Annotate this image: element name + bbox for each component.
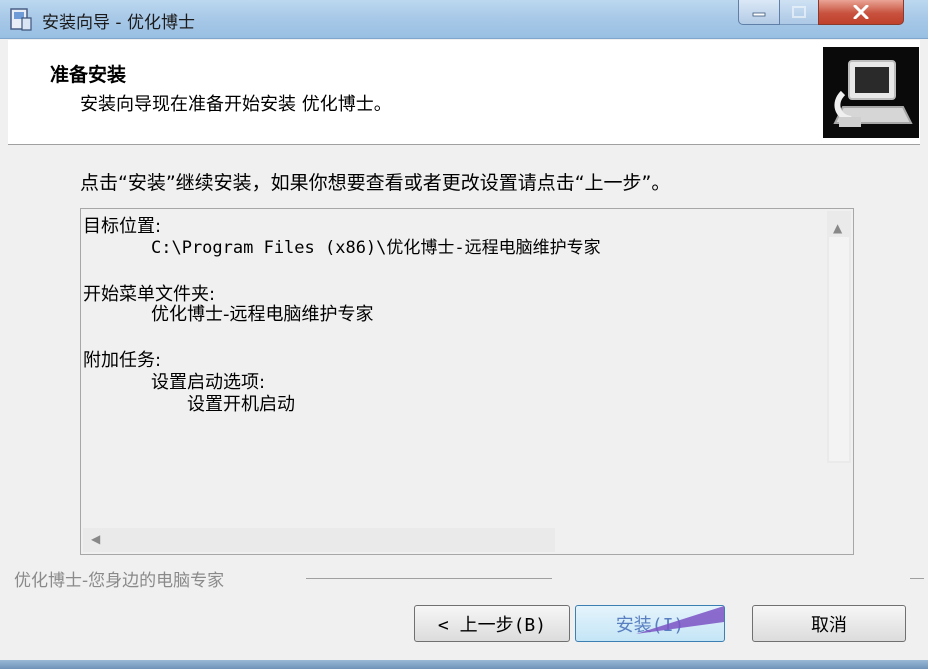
instruction-text: 点击“安装”继续安装，如果你想要查看或者更改设置请点击“上一步”。 <box>80 172 671 194</box>
brand-text: 优化博士-您身边的电脑专家 <box>14 571 225 591</box>
brand-divider-left <box>306 578 552 579</box>
install-button-label: 安装(I) <box>615 614 685 636</box>
page-title: 准备安装 <box>50 64 127 86</box>
installer-app-icon <box>10 8 32 31</box>
maximize-button <box>779 0 819 25</box>
ready-memo[interactable]: 目标位置: C:\Program Files (x86)\优化博士-远程电脑维护… <box>80 208 854 555</box>
window-bottom-border <box>0 660 928 669</box>
cancel-button[interactable]: 取消 <box>752 605 906 642</box>
minimize-icon <box>752 12 766 17</box>
page-subtitle: 安装向导现在准备开始安装 优化博士。 <box>80 94 392 115</box>
scroll-up-icon[interactable]: ▲ <box>833 221 842 235</box>
memo-line-dest-label: 目标位置: <box>83 216 162 237</box>
maximize-icon <box>792 6 806 18</box>
horizontal-scrollbar[interactable]: ◀ <box>83 528 555 552</box>
wizard-computer-icon <box>823 47 919 138</box>
memo-line-tasks-label: 附加任务: <box>83 350 162 371</box>
vertical-scrollbar[interactable]: ▲ <box>827 211 851 463</box>
wizard-header: 准备安装 安装向导现在准备开始安装 优化博士。 <box>8 40 920 145</box>
install-button[interactable]: 安装(I) <box>575 605 725 642</box>
installer-window: 安装向导 - 优化博士 准备安装 安装向导现在准备开始安装 优化博士。 点击“安… <box>0 0 928 669</box>
memo-line-startmenu-value: 优化博士-远程电脑维护专家 <box>151 304 374 325</box>
memo-line-task-item: 设置开机启动 <box>187 394 295 415</box>
title-bar[interactable]: 安装向导 - 优化博士 <box>0 0 928 39</box>
scroll-left-icon[interactable]: ◀ <box>91 532 100 546</box>
memo-line-startmenu-label: 开始菜单文件夹: <box>83 284 216 305</box>
memo-line-dest-path: C:\Program Files (x86)\优化博士-远程电脑维护专家 <box>151 238 601 258</box>
close-icon <box>853 5 869 19</box>
minimize-button[interactable] <box>738 0 780 25</box>
window-title: 安装向导 - 优化博士 <box>42 13 195 33</box>
vertical-scroll-thumb[interactable] <box>829 237 849 461</box>
brand-divider-right <box>910 578 924 579</box>
close-button[interactable] <box>818 0 904 25</box>
back-button[interactable]: < 上一步(B) <box>414 605 570 642</box>
memo-line-task-group: 设置启动选项: <box>151 372 266 393</box>
